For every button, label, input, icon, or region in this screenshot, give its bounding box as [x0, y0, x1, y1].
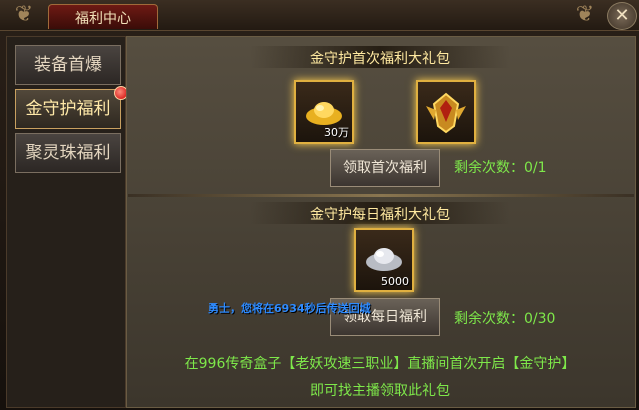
window-frame: ❦ 福利中心 ❦ ✕ 装备首爆 金守护福利 聚灵珠福利 金守护首次福利大礼包 3… — [0, 0, 639, 410]
window-title: 福利中心 — [75, 11, 131, 27]
notice-line-1: 在996传奇盒子【老妖攻速三职业】直播间首次开启【金守护】 — [184, 356, 576, 372]
window-title-tab: 福利中心 — [48, 4, 158, 29]
reward-slot[interactable] — [416, 80, 476, 144]
notice-line-2: 即可找主播领取此礼包 — [310, 383, 450, 399]
close-button[interactable]: ✕ — [607, 2, 637, 30]
dragon-ornament-icon: ❦ — [14, 2, 34, 27]
sidebar-item-label: 装备首爆 — [34, 55, 102, 75]
dragon-ornament-icon: ❦ — [575, 2, 595, 27]
pack-title: 金守护首次福利大礼包 — [310, 51, 450, 67]
sidebar: 装备首爆 金守护福利 聚灵珠福利 — [6, 36, 128, 408]
remaining-count: 剩余次数：0/1 — [454, 160, 547, 176]
reward-slot[interactable]: 30万 — [294, 80, 354, 144]
reward-slot[interactable]: 5000 — [354, 228, 414, 292]
item-count: 5000 — [381, 275, 409, 288]
pack-title: 金守护每日福利大礼包 — [310, 207, 450, 223]
claim-first-welfare-button[interactable]: 领取首次福利 — [330, 149, 440, 187]
title-bar: ❦ 福利中心 ❦ ✕ — [0, 0, 639, 31]
sidebar-item-gold-guardian[interactable]: 金守护福利 — [15, 86, 128, 129]
sidebar-item-label: 聚灵珠福利 — [25, 143, 111, 163]
sidebar-item-spirit-bead[interactable]: 聚灵珠福利 — [15, 133, 121, 173]
item-count: 30万 — [324, 126, 349, 139]
sidebar-item-equipment-first-drop[interactable]: 装备首爆 — [15, 45, 121, 85]
golden-crest-icon — [426, 92, 466, 134]
remaining-count: 剩余次数：0/30 — [454, 311, 556, 327]
divider — [128, 194, 634, 197]
sidebar-item-label: 金守护福利 — [25, 99, 111, 119]
system-message: 勇士，您将在6934秒后传送回城 — [208, 302, 371, 315]
